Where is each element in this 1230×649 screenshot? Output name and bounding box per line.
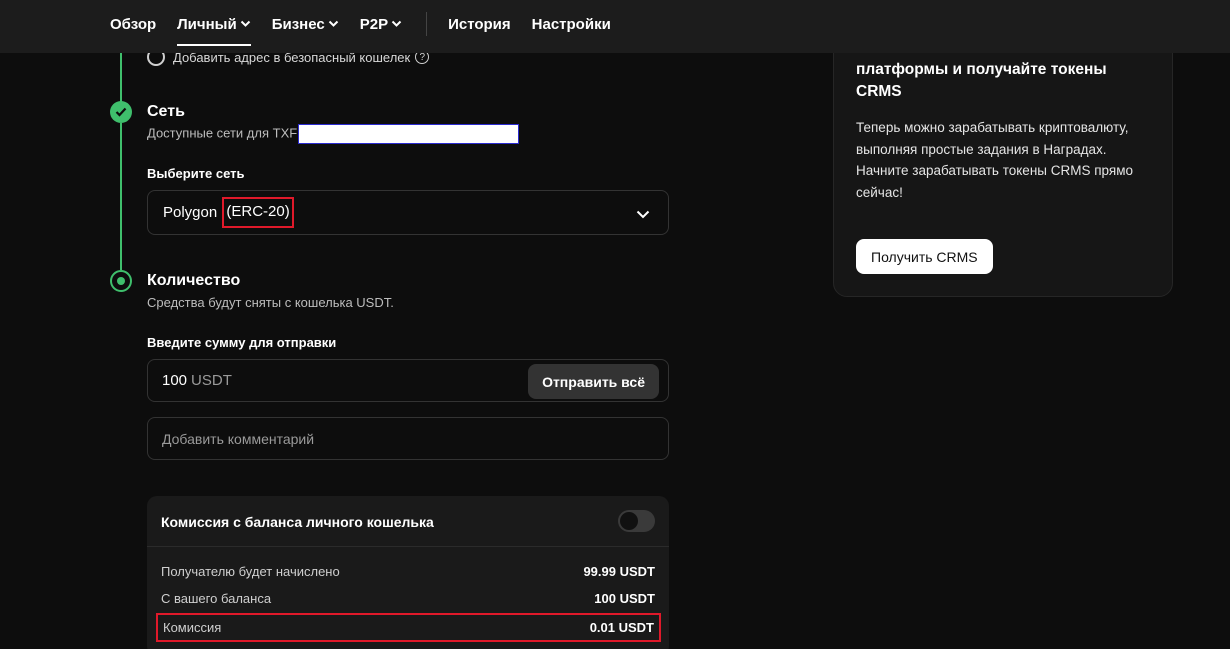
nav-personal-label: Личный [177,15,237,33]
amount-field-label: Введите сумму для отправки [147,335,337,350]
step-active-icon [110,270,132,292]
fee-row-value: 0.01 USDT [589,620,654,635]
fee-row-value: 100 USDT [594,591,655,606]
nav-settings[interactable]: Настройки [532,0,611,48]
send-all-button[interactable]: Отправить всё [528,364,659,399]
promo-title: платформы и получайте токены CRMS [856,61,1107,100]
comment-input[interactable]: Добавить комментарий [147,417,669,460]
amount-value: 100 [162,372,188,389]
network-step-subtitle: Доступные сети для TXF [147,124,520,144]
fee-row-value: 99.99 USDT [583,564,655,579]
network-select[interactable]: Polygon (ERC-20) [147,190,669,235]
network-subtitle-text: Доступные сети для TXF [147,125,298,141]
get-crms-button[interactable]: Получить CRMS [856,239,993,274]
chevron-down-icon [240,20,251,28]
fee-row-label: С вашего баланса [161,591,272,606]
network-step-title: Сеть [147,103,185,120]
chevron-down-icon [636,206,650,223]
fee-row-balance: С вашего баланса 100 USDT [161,591,655,606]
nav-p2p-label: P2P [359,15,389,33]
fee-card: Комиссия с баланса личного кошелька Полу… [147,496,669,649]
nav-personal[interactable]: Личный [177,0,251,48]
fee-row-commission: Комиссия 0.01 USDT [156,613,661,642]
nav-divider [426,12,428,36]
nav-business-label: Бизнес [271,15,325,33]
network-name: Polygon [163,204,218,221]
fee-title: Комиссия с баланса личного кошелька [161,514,434,530]
step-complete-check-icon [110,101,132,123]
network-field-label: Выберите сеть [147,166,245,181]
fee-row-label: Комиссия [163,620,222,635]
nav-overview-label: Обзор [110,15,157,33]
chevron-down-icon [328,20,339,28]
stepper-line [120,123,122,270]
amount-input[interactable]: 100 USDT Отправить всё [147,359,669,402]
fee-row-label: Получателю будет начислено [161,564,340,579]
divider [147,546,669,547]
promo-text: Теперь можно зарабатывать криптовалюту, … [856,120,1133,200]
chevron-down-icon [391,20,402,28]
fee-row-recipient: Получателю будет начислено 99.99 USDT [161,564,655,579]
main-nav: Обзор Личный Бизнес P2P История Настройк… [110,0,632,48]
amount-unit: USDT [191,372,232,389]
nav-business[interactable]: Бизнес [272,0,339,48]
nav-overview[interactable]: Обзор [110,0,156,48]
network-standard-highlight: (ERC-20) [222,197,294,228]
nav-p2p[interactable]: P2P [360,0,402,48]
fee-toggle[interactable] [618,510,655,532]
redacted-box [298,124,520,144]
amount-step-title: Количество [147,272,241,289]
nav-history[interactable]: История [448,0,511,48]
promo-card: платформы и получайте токены CRMS Теперь… [833,10,1173,297]
nav-settings-label: Настройки [531,15,611,33]
nav-history-label: История [448,15,511,33]
stepper-line [120,53,122,102]
amount-step-subtitle: Средства будут сняты с кошелька USDT. [147,295,394,310]
top-navigation-bar: Обзор Личный Бизнес P2P История Настройк… [0,0,1230,53]
